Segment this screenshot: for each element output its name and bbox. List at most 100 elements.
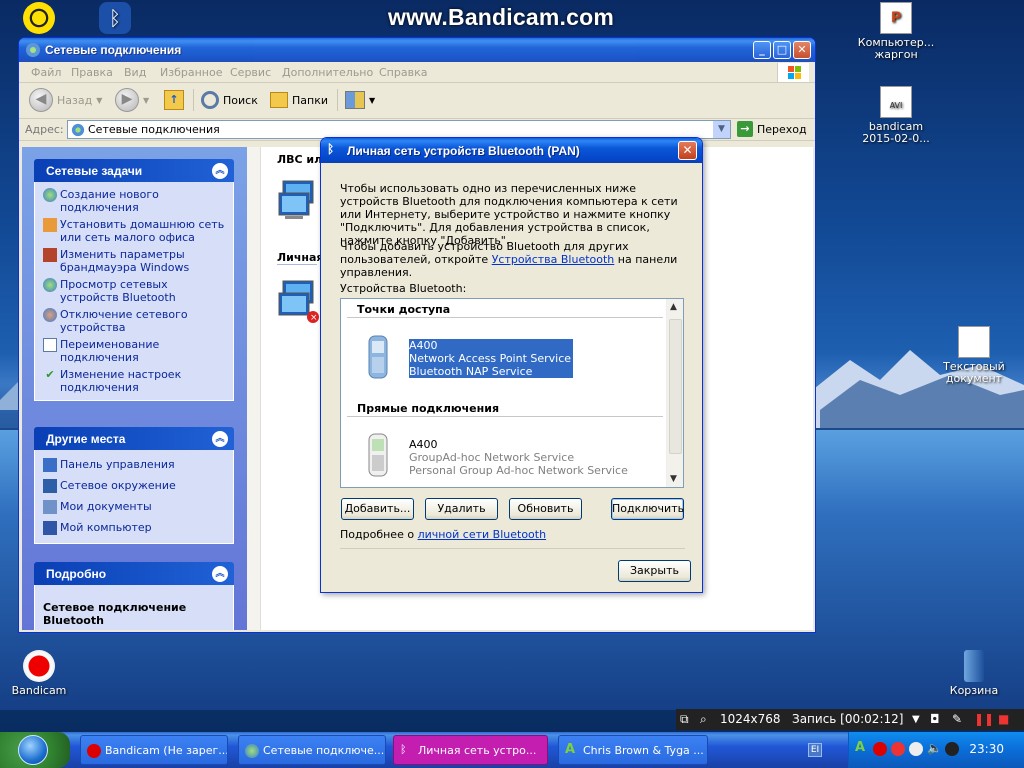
bandicam-icon [87, 744, 101, 758]
refresh-button[interactable]: Обновить [509, 498, 582, 520]
menu-favorites[interactable]: Избранное [160, 66, 222, 79]
folders-icon [270, 92, 288, 108]
tray-security-icon[interactable] [945, 742, 959, 756]
menu-advanced[interactable]: Дополнительно [282, 66, 373, 79]
task-rename[interactable]: Переименование подключения [43, 338, 225, 364]
go-button[interactable]: → Переход [737, 121, 807, 137]
collapse-icon[interactable]: ︽ [212, 163, 228, 179]
tray-volume-icon[interactable]: 🔈 [927, 741, 942, 755]
taskbar-item-bandicam[interactable]: Bandicam (Не зарег... [80, 735, 228, 765]
bandicam-watermark: www.Bandicam.com [388, 4, 615, 30]
tray-close-icon[interactable] [891, 742, 905, 756]
views-button[interactable]: ▼ [345, 87, 375, 113]
collapse-icon[interactable]: ︽ [212, 431, 228, 447]
pan-help-link[interactable]: личной сети Bluetooth [418, 528, 547, 541]
pause-icon[interactable]: ❚❚ [974, 712, 994, 726]
details-header[interactable]: Подробно ︽ [34, 562, 234, 585]
menu-edit[interactable]: Правка [71, 66, 113, 79]
task-change-settings[interactable]: ✔ Изменение настроек подключения [43, 368, 225, 394]
tray-network-icon[interactable] [909, 742, 923, 756]
task-disconnect[interactable]: Отключение сетевого устройства [43, 308, 225, 334]
desktop-icon-radiation[interactable] [0, 2, 82, 37]
taskbar-item-network-connections[interactable]: Сетевые подключе... [238, 735, 386, 765]
task-new-connection[interactable]: Создание нового подключения [43, 188, 225, 214]
network-tasks-header[interactable]: Сетевые задачи ︽ [34, 159, 234, 182]
explorer-title-bar[interactable]: Сетевые подключения _ □ ✕ [19, 38, 815, 62]
scroll-down-icon[interactable]: ▼ [670, 474, 677, 484]
place-my-computer[interactable]: Мой компьютер [43, 521, 225, 535]
menu-view[interactable]: Вид [124, 66, 146, 79]
task-bluetooth-devices[interactable]: Просмотр сетевых устройств Bluetooth [43, 278, 225, 304]
desktop-icon-text[interactable]: Текстовый документ [931, 326, 1017, 385]
dropdown-icon[interactable]: ▼ [912, 714, 920, 725]
menu-file[interactable]: Файл [31, 66, 61, 79]
device-list-scrollbar[interactable]: ▲ ▼ [666, 299, 683, 487]
bluetooth-devices-link[interactable]: Устройства Bluetooth [492, 253, 615, 266]
resolution-label: 1024x768 [720, 712, 781, 726]
collapse-icon[interactable]: ︽ [212, 566, 228, 582]
task-home-network[interactable]: Установить домашнюю сеть или сеть малого… [43, 218, 225, 244]
network-icon [245, 744, 259, 758]
connect-button[interactable]: Подключить [611, 498, 684, 520]
disconnect-icon [43, 308, 57, 322]
forward-arrow-icon: ▶ [115, 88, 139, 112]
device-a400-nap[interactable]: A400 Network Access Point Service Blueto… [409, 339, 574, 378]
tray-record-icon[interactable] [873, 742, 887, 756]
desktop-icon-avi[interactable]: AVI bandicam 2015-02-0... [853, 86, 939, 145]
camera-icon[interactable]: ◘ [930, 712, 940, 726]
lan-connection-icon[interactable] [277, 179, 317, 223]
remove-button[interactable]: Удалить [425, 498, 498, 520]
place-my-documents[interactable]: Мои документы [43, 500, 225, 514]
tray-app-icon[interactable]: A [855, 740, 869, 755]
close-button[interactable]: ✕ [793, 41, 811, 59]
computer-icon [43, 521, 57, 535]
menu-help[interactable]: Справка [379, 66, 427, 79]
minimize-button[interactable]: _ [753, 41, 771, 59]
dialog-close-button[interactable]: ✕ [678, 141, 697, 160]
language-indicator[interactable]: EI [808, 743, 822, 757]
windows-logo-icon [777, 63, 809, 82]
taskbar-item-media-player[interactable]: A Chris Brown & Tyga ... [558, 735, 708, 765]
close-dialog-button[interactable]: Закрыть [618, 560, 691, 582]
device-a400-adhoc[interactable]: A400 GroupAd-hoc Network Service Persona… [409, 438, 628, 477]
place-network-neighborhood[interactable]: Сетевое окружение [43, 479, 225, 493]
network-places-icon [43, 479, 57, 493]
bluetooth-connection-icon[interactable]: × [277, 279, 321, 325]
address-dropdown-icon[interactable]: ▼ [713, 121, 730, 138]
network-wizard-icon [43, 188, 57, 202]
desktop-icon-bluetooth[interactable]: ᛒ [72, 2, 158, 37]
add-button[interactable]: Добавить... [341, 498, 414, 520]
desktop-icon-recycle-bin[interactable]: Корзина [931, 650, 1017, 697]
menu-tools[interactable]: Сервис [230, 66, 271, 79]
taskbar-item-bluetooth-pan[interactable]: ᛒ Личная сеть устро... [393, 735, 548, 765]
content-separator-scrollbar[interactable] [247, 147, 261, 630]
forward-button[interactable]: ▶ ▼ [115, 87, 149, 113]
maximize-button[interactable]: □ [773, 41, 791, 59]
desktop-icon-bandicam[interactable]: Bandicam [0, 650, 82, 697]
scroll-thumb[interactable] [669, 319, 682, 454]
back-button[interactable]: ◀ Назад ▼ [29, 87, 102, 113]
device-list[interactable]: Точки доступа A400 Network Access Point … [340, 298, 684, 488]
details-panel: Подробно ︽ Сетевое подключение Bluetooth [34, 562, 234, 630]
dialog-intro-text: Чтобы использовать одно из перечисленных… [340, 182, 678, 247]
back-arrow-icon: ◀ [29, 88, 53, 112]
network-icon [26, 43, 40, 57]
task-firewall[interactable]: Изменить параметры брандмауэра Windows [43, 248, 225, 274]
start-button[interactable] [0, 732, 70, 768]
taskbar: Bandicam (Не зарег... Сетевые подключе..… [0, 732, 1024, 768]
place-control-panel[interactable]: Панель управления [43, 458, 225, 472]
text-file-icon [958, 326, 990, 358]
bandicam-recording-bar: ⧉ ⌕ 1024x768 Запись [00:02:12] ▼ ◘ ✎ ❚❚ … [676, 709, 1024, 730]
dialog-title-bar[interactable]: ᛒ Личная сеть устройств Bluetooth (PAN) … [321, 138, 702, 163]
folders-button[interactable]: Папки [270, 87, 328, 113]
stop-icon[interactable]: ■ [998, 712, 1009, 726]
other-places-header[interactable]: Другие места ︽ [34, 427, 234, 450]
bluetooth-pan-dialog[interactable]: ᛒ Личная сеть устройств Bluetooth (PAN) … [320, 137, 703, 593]
pen-icon[interactable]: ✎ [952, 712, 962, 726]
scroll-up-icon[interactable]: ▲ [670, 302, 677, 312]
zoom-icon[interactable]: ⌕ [700, 712, 707, 727]
up-button[interactable]: ↑ [164, 87, 184, 113]
window-icon[interactable]: ⧉ [680, 712, 689, 727]
search-button[interactable]: Поиск [201, 87, 258, 113]
desktop-icon-ppt[interactable]: P Компьютер... жаргон [853, 2, 939, 61]
